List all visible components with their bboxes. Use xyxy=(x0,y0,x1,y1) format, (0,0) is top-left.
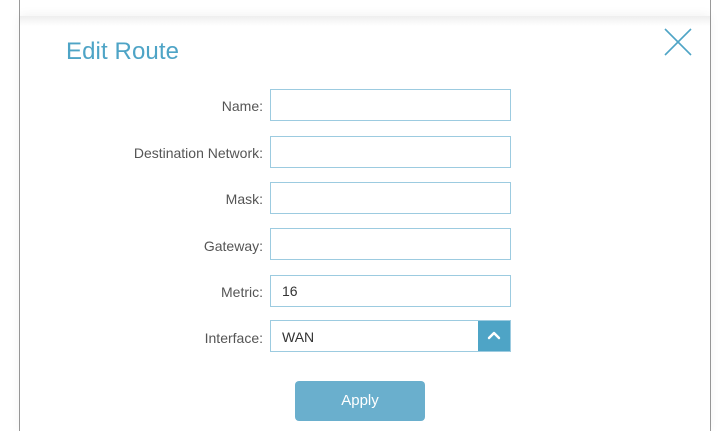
name-label: Name: xyxy=(221,98,263,114)
metric-label: Metric: xyxy=(221,284,263,300)
page-frame: Edit Route Name: Destination Network: Ma… xyxy=(0,0,727,431)
mask-label: Mask: xyxy=(225,191,263,207)
dialog-title: Edit Route xyxy=(66,38,180,65)
gateway-input[interactable] xyxy=(270,228,511,260)
gateway-label: Gateway: xyxy=(203,238,263,254)
destination-network-input[interactable] xyxy=(270,136,511,168)
destination-network-label: Destination Network: xyxy=(133,145,263,161)
interface-dropdown-toggle[interactable] xyxy=(478,321,510,351)
close-button[interactable] xyxy=(662,26,694,58)
interface-select[interactable]: WAN xyxy=(270,320,511,352)
mask-input[interactable] xyxy=(270,182,511,214)
edit-route-dialog: Edit Route Name: Destination Network: Ma… xyxy=(20,16,710,431)
name-input[interactable] xyxy=(270,89,511,121)
chevron-up-icon xyxy=(478,330,510,340)
frame-border-right xyxy=(710,0,711,431)
interface-label: Interface: xyxy=(204,330,263,346)
metric-input[interactable] xyxy=(270,275,511,307)
apply-button[interactable]: Apply xyxy=(295,381,425,421)
interface-select-value: WAN xyxy=(282,329,315,345)
dialog-top-shade xyxy=(20,16,710,26)
close-icon xyxy=(662,26,694,58)
